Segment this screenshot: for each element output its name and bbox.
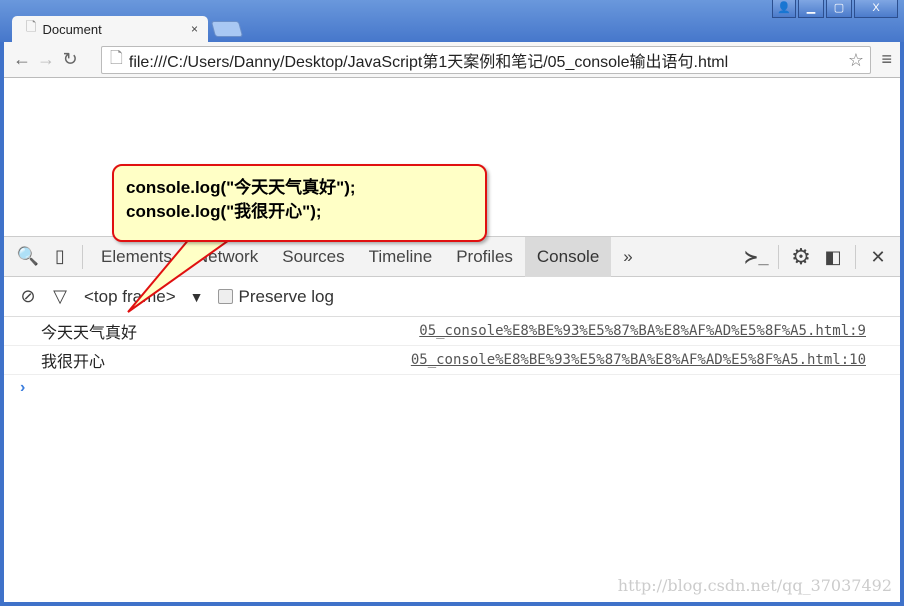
callout-line: console.log("我很开心"); (126, 202, 322, 221)
callout-line: console.log("今天天气真好"); (126, 178, 356, 197)
watermark: http://blog.csdn.net/qq_37037492 (617, 576, 892, 595)
annotation-callout: console.log("今天天气真好"); console.log("我很开心… (112, 164, 487, 242)
callout-tail (127, 237, 236, 313)
